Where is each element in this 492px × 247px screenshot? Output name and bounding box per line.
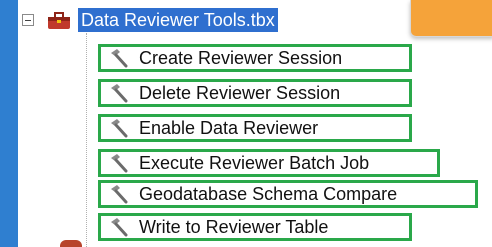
tool-delete-reviewer-session[interactable]: Delete Reviewer Session (98, 79, 412, 107)
orange-tab (410, 0, 492, 37)
tool-label: Write to Reviewer Table (139, 216, 329, 237)
hammer-icon (111, 119, 128, 138)
toolbox-node[interactable]: Data Reviewer Tools.tbx (22, 7, 278, 33)
tool-label: Execute Reviewer Batch Job (139, 152, 370, 173)
tree-connector (86, 33, 88, 247)
tool-enable-data-reviewer[interactable]: Enable Data Reviewer (98, 114, 412, 142)
hammer-icon (111, 218, 128, 237)
hammer-icon (111, 185, 128, 204)
toolbox-name[interactable]: Data Reviewer Tools.tbx (78, 8, 278, 32)
collapse-icon[interactable] (22, 14, 34, 26)
hammer-icon (111, 49, 128, 68)
tool-execute-reviewer-batch-job[interactable]: Execute Reviewer Batch Job (98, 149, 440, 177)
tool-label: Delete Reviewer Session (139, 82, 341, 103)
tool-create-reviewer-session[interactable]: Create Reviewer Session (98, 44, 412, 72)
toolbox-icon (48, 12, 70, 29)
hammer-icon (111, 154, 128, 173)
next-toolbox-icon (60, 240, 82, 247)
tool-geodatabase-schema-compare[interactable]: Geodatabase Schema Compare (98, 180, 478, 208)
tool-label: Geodatabase Schema Compare (139, 183, 398, 204)
tool-label: Enable Data Reviewer (139, 117, 319, 138)
hammer-icon (111, 84, 128, 103)
tool-label: Create Reviewer Session (139, 47, 343, 68)
tool-write-to-reviewer-table[interactable]: Write to Reviewer Table (98, 213, 412, 241)
